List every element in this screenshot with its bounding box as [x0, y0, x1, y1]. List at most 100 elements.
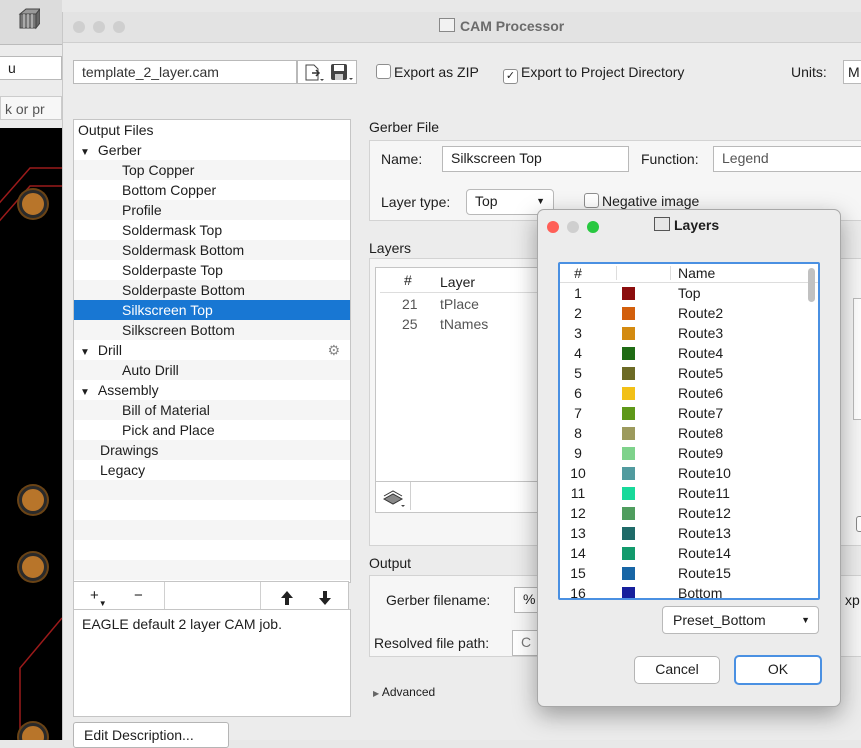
tree-item[interactable] — [74, 480, 350, 500]
layer-list-row[interactable]: 15 Route15 — [560, 563, 818, 583]
open-file-icon[interactable] — [304, 64, 324, 82]
expand-triangle-icon[interactable]: ▼ — [80, 387, 90, 398]
save-file-icon[interactable] — [330, 63, 354, 83]
layer-name: Route10 — [678, 465, 731, 481]
partial-checkbox[interactable] — [856, 516, 861, 532]
job-file-buttons — [297, 60, 357, 84]
tree-item[interactable]: Profile — [74, 200, 350, 220]
zoom-button[interactable] — [113, 21, 125, 33]
dialog-zoom-button[interactable] — [587, 221, 599, 233]
tree-item[interactable]: Bill of Material — [74, 400, 350, 420]
layer-list-row[interactable]: 1 Top — [560, 283, 818, 303]
ok-button[interactable]: OK — [734, 655, 822, 685]
layer-name: Route12 — [678, 505, 731, 521]
dialog-close-button[interactable] — [547, 221, 559, 233]
layer-name: Route9 — [678, 445, 724, 461]
edit-description-button[interactable]: Edit Description... — [73, 722, 229, 748]
tree-item-label: Drawings — [100, 442, 159, 458]
layers-toolbar — [375, 481, 542, 513]
layer-number: 14 — [570, 545, 586, 561]
description-box[interactable]: EAGLE default 2 layer CAM job. — [73, 609, 351, 717]
layer-list-row[interactable]: 9 Route9 — [560, 443, 818, 463]
layers-list[interactable]: # Name 1 Top 2 Route2 3 Route3 4 Route4 5 Route5 6… — [558, 262, 820, 600]
layer-name: Route11 — [678, 485, 730, 501]
tree-item[interactable]: Soldermask Bottom — [74, 240, 350, 260]
tree-item-label: Drill — [97, 342, 123, 358]
layer-number: 4 — [574, 345, 582, 361]
layer-list-row[interactable]: 7 Route7 — [560, 403, 818, 423]
export-project-check[interactable]: ✓ — [503, 69, 518, 84]
scrollbar-thumb[interactable] — [808, 268, 815, 302]
function-field[interactable]: Legend — [713, 146, 861, 172]
tree-item[interactable]: Silkscreen Bottom — [74, 320, 350, 340]
layer-list-row[interactable]: 16 Bottom — [560, 583, 818, 600]
tree-item[interactable]: Solderpaste Bottom — [74, 280, 350, 300]
layer-name: Top — [678, 285, 701, 301]
tree-item[interactable]: Drawings — [74, 440, 350, 460]
layer-list-row[interactable]: 10 Route10 — [560, 463, 818, 483]
layer-color-swatch — [622, 407, 635, 420]
layer-list-row[interactable]: 6 Route6 — [560, 383, 818, 403]
grid-box-icon[interactable] — [18, 8, 40, 30]
tree-item[interactable]: Bottom Copper — [74, 180, 350, 200]
pcb-canvas[interactable] — [0, 128, 62, 740]
tree-item[interactable] — [74, 540, 350, 560]
export-zip-checkbox[interactable]: Export as ZIP — [376, 64, 479, 80]
expand-triangle-icon[interactable]: ▼ — [80, 147, 90, 158]
layer-list-row[interactable]: 13 Route13 — [560, 523, 818, 543]
minimize-button[interactable] — [93, 21, 105, 33]
gerber-filename-label: Gerber filename: — [386, 592, 491, 608]
tree-item[interactable] — [74, 560, 350, 580]
tree-item[interactable] — [74, 520, 350, 540]
background-command-line[interactable]: k or pr — [0, 96, 62, 120]
advanced-toggle[interactable]: ▶ Advanced — [373, 685, 435, 699]
layer-list-row[interactable]: 11 Route11 — [560, 483, 818, 503]
export-zip-check[interactable] — [376, 64, 391, 79]
preset-select[interactable]: Preset_Bottom ▼ — [662, 606, 819, 634]
tree-item[interactable] — [74, 500, 350, 520]
layer-name: Route2 — [678, 305, 724, 321]
gerber-suffix: xp — [845, 592, 860, 608]
layers-stack-icon[interactable] — [382, 488, 406, 508]
tree-item[interactable]: Soldermask Top — [74, 220, 350, 240]
layer-color-swatch — [622, 307, 635, 320]
tree-item[interactable]: ▼ Assembly — [74, 380, 350, 400]
tree-item[interactable]: Silkscreen Top — [74, 300, 350, 320]
tree-item[interactable]: Auto Drill — [74, 360, 350, 380]
layer-list-row[interactable]: 5 Route5 — [560, 363, 818, 383]
tree-item[interactable]: Top Copper — [74, 160, 350, 180]
tree-item[interactable]: Solderpaste Top — [74, 260, 350, 280]
export-project-checkbox[interactable]: ✓ Export to Project Directory — [503, 64, 684, 84]
negative-image-check[interactable] — [584, 193, 599, 208]
background-input[interactable]: u — [0, 56, 62, 80]
add-button[interactable]: +▼ — [90, 587, 107, 608]
layer-list-row[interactable]: 2 Route2 — [560, 303, 818, 323]
tree-item[interactable]: ▼ Drill ⚙ — [74, 340, 350, 360]
dialog-minimize-button[interactable] — [567, 221, 579, 233]
layer-number: 13 — [570, 525, 586, 541]
layer-list-row[interactable]: 3 Route3 — [560, 323, 818, 343]
layers-dialog-icon — [654, 217, 670, 231]
layer-list-row[interactable]: 4 Route4 — [560, 343, 818, 363]
gear-icon[interactable]: ⚙ — [327, 340, 340, 360]
remove-button[interactable]: − — [134, 587, 143, 604]
layer-list-row[interactable]: 14 Route14 — [560, 543, 818, 563]
layer-name: Bottom — [678, 585, 723, 600]
arrow-up-icon[interactable] — [280, 590, 294, 606]
close-button[interactable] — [73, 21, 85, 33]
expand-triangle-icon[interactable]: ▼ — [80, 347, 90, 358]
pcb-pad — [19, 486, 47, 514]
layer-list-row[interactable]: 8 Route8 — [560, 423, 818, 443]
cancel-button[interactable]: Cancel — [634, 656, 720, 684]
layer-name: Route8 — [678, 425, 724, 441]
job-file-field[interactable]: template_2_layer.cam — [73, 60, 297, 84]
tree-item-label: Profile — [122, 202, 162, 218]
layer-list-row[interactable]: 12 Route12 — [560, 503, 818, 523]
tree-item[interactable]: ▼ Gerber — [74, 140, 350, 160]
negative-image-checkbox[interactable]: Negative image — [584, 193, 699, 209]
tree-item[interactable]: Legacy — [74, 460, 350, 480]
units-select[interactable]: M — [843, 60, 861, 84]
arrow-down-icon[interactable] — [318, 590, 332, 606]
name-field[interactable]: Silkscreen Top — [442, 146, 629, 172]
tree-item[interactable]: Pick and Place — [74, 420, 350, 440]
